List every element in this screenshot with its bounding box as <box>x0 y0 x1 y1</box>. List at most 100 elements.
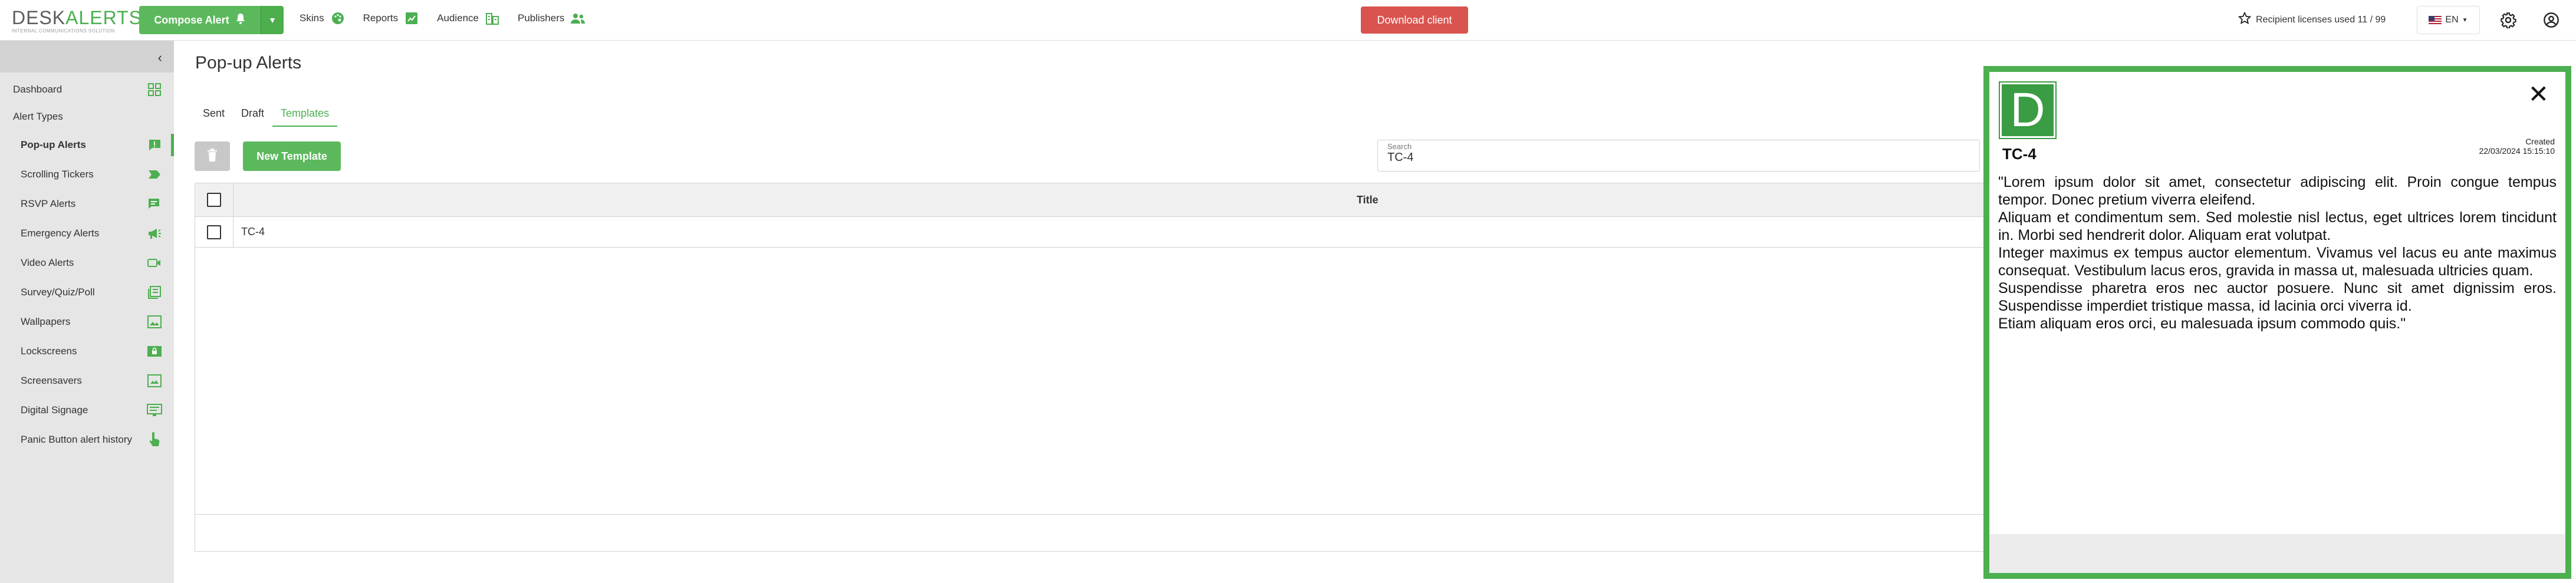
alert-preview-panel: D ✕ Created 22/03/2024 15:15:10 TC-4 "Lo… <box>1983 66 2571 579</box>
caret-down-icon: ▼ <box>2462 17 2468 24</box>
settings-gear-icon[interactable] <box>2499 11 2518 29</box>
top-nav: Skins Reports Audience Publishers <box>300 11 585 26</box>
nav-audience-label: Audience <box>437 12 479 24</box>
select-all-checkbox[interactable] <box>207 193 221 207</box>
nav-publishers-label: Publishers <box>518 12 565 24</box>
sidebar-item-label: Panic Button alert history <box>21 434 132 445</box>
recipient-licenses[interactable]: Recipient licenses used 11 / 99 <box>2238 11 2386 28</box>
preview-title: TC-4 <box>2002 145 2037 163</box>
top-bar: DESKALERTS INTERNAL COMMUNICATIONS SOLUT… <box>0 0 2576 41</box>
sidebar-item-digital-signage[interactable]: Digital Signage <box>0 396 174 425</box>
page-title: Pop-up Alerts <box>195 53 302 73</box>
deskalerts-logo[interactable]: DESKALERTS INTERNAL COMMUNICATIONS SOLUT… <box>12 8 142 34</box>
preview-footer <box>1989 534 2565 573</box>
tab-sent[interactable]: Sent <box>195 104 233 127</box>
created-info: Created 22/03/2024 15:15:10 <box>2479 137 2555 156</box>
preview-paragraph: Aliquam et condimentum sem. Sed molestie… <box>1998 209 2557 243</box>
deskalerts-d-logo: D <box>2000 83 2055 138</box>
signage-icon <box>147 403 162 418</box>
user-account-icon[interactable] <box>2542 11 2561 29</box>
sidebar-item-wallpapers[interactable]: Wallpapers <box>0 307 174 337</box>
sidebar-collapse-bar[interactable]: ‹ <box>0 41 174 73</box>
preview-paragraph: Suspendisse pharetra eros nec auctor pos… <box>1998 280 2557 314</box>
star-icon <box>2238 11 2252 28</box>
chart-icon <box>404 11 419 26</box>
licenses-text: Recipient licenses used 11 / 99 <box>2256 14 2386 25</box>
templates-table: Title TC-4 <box>195 183 1988 552</box>
dashboard-grid-icon <box>147 82 162 97</box>
language-label: EN <box>2445 15 2459 25</box>
preview-paragraph: Etiam aliquam eros orci, eu malesuada ip… <box>1998 315 2406 332</box>
delete-button[interactable] <box>195 141 230 171</box>
table-row[interactable]: TC-4 <box>195 217 1988 248</box>
tab-templates[interactable]: Templates <box>272 104 338 127</box>
compose-alert-button[interactable]: Compose Alert <box>139 6 261 34</box>
table-footer <box>195 514 1988 551</box>
nav-reports[interactable]: Reports <box>363 11 420 26</box>
search-value: TC-4 <box>1387 151 1414 164</box>
sidebar-item-label: Screensavers <box>21 375 82 386</box>
sidebar-item-rsvp-alerts[interactable]: RSVP Alerts <box>0 189 174 219</box>
sidebar-item-scrolling-tickers[interactable]: Scrolling Tickers <box>0 160 174 189</box>
video-icon <box>147 255 162 271</box>
preview-body: "Lorem ipsum dolor sit amet, consectetur… <box>1998 173 2557 332</box>
row-title[interactable]: TC-4 <box>241 226 265 238</box>
wallpaper-icon <box>147 314 162 330</box>
sidebar-item-video-alerts[interactable]: Video Alerts <box>0 248 174 278</box>
nav-audience[interactable]: Audience <box>437 11 500 26</box>
search-label: Search <box>1387 142 1412 151</box>
survey-icon <box>147 285 162 300</box>
sidebar-item-label: Dashboard <box>13 84 62 95</box>
table-header: Title <box>195 183 1988 217</box>
sidebar-item-label: RSVP Alerts <box>21 198 76 209</box>
screensaver-icon <box>147 373 162 388</box>
building-icon <box>485 11 500 26</box>
compose-dropdown-toggle[interactable]: ▼ <box>261 6 284 34</box>
chevron-left-icon[interactable]: ‹ <box>158 50 162 65</box>
sidebar-item-label: Survey/Quiz/Poll <box>21 286 95 298</box>
palette-icon <box>330 11 346 26</box>
logo-tagline: INTERNAL COMMUNICATIONS SOLUTION <box>12 28 115 34</box>
sidebar-item-screensavers[interactable]: Screensavers <box>0 366 174 396</box>
sidebar-item-label: Wallpapers <box>21 316 71 327</box>
lockscreen-icon <box>147 344 162 359</box>
nav-skins[interactable]: Skins <box>300 11 346 26</box>
hand-pointer-icon <box>147 432 162 447</box>
compose-alert-label: Compose Alert <box>154 14 229 26</box>
search-input[interactable]: Search TC-4 <box>1377 140 1980 172</box>
megaphone-icon <box>147 226 162 241</box>
new-template-button[interactable]: New Template <box>243 141 341 171</box>
row-checkbox[interactable] <box>207 225 221 239</box>
logo-text-alerts: ALERTS <box>65 7 143 28</box>
trash-icon <box>206 148 218 165</box>
sidebar-item-label: Digital Signage <box>21 404 88 416</box>
sidebar-item-lockscreens[interactable]: Lockscreens <box>0 337 174 366</box>
users-icon <box>570 11 585 26</box>
sidebar: ‹ Dashboard Alert Types Pop-up Alerts Sc… <box>0 41 174 583</box>
ticker-icon <box>147 167 162 182</box>
sidebar-item-survey-quiz-poll[interactable]: Survey/Quiz/Poll <box>0 278 174 307</box>
sidebar-item-panic-button-history[interactable]: Panic Button alert history <box>0 425 174 454</box>
column-header-title[interactable]: Title <box>1357 194 1379 206</box>
close-icon[interactable]: ✕ <box>2528 82 2549 107</box>
logo-text-desk: DESK <box>12 7 66 28</box>
sidebar-item-label: Pop-up Alerts <box>21 139 86 150</box>
popup-alert-icon <box>147 137 162 153</box>
sidebar-item-label: Video Alerts <box>21 257 74 268</box>
chat-icon <box>147 196 162 212</box>
nav-reports-label: Reports <box>363 12 399 24</box>
nav-publishers[interactable]: Publishers <box>518 11 585 26</box>
sidebar-item-popup-alerts[interactable]: Pop-up Alerts <box>0 130 174 160</box>
tab-draft[interactable]: Draft <box>233 104 272 127</box>
sidebar-item-label: Lockscreens <box>21 345 77 357</box>
us-flag-icon <box>2429 16 2442 24</box>
preview-paragraph: Integer maximus ex tempus auctor element… <box>1998 245 2557 279</box>
sidebar-item-emergency-alerts[interactable]: Emergency Alerts <box>0 219 174 248</box>
created-date: 22/03/2024 15:15:10 <box>2479 146 2555 156</box>
sidebar-item-label: Emergency Alerts <box>21 228 100 239</box>
alert-tabs: Sent Draft Templates <box>195 104 338 127</box>
sidebar-item-dashboard[interactable]: Dashboard <box>0 76 174 103</box>
preview-paragraph: "Lorem ipsum dolor sit amet, consectetur… <box>1998 174 2557 208</box>
language-selector[interactable]: EN ▼ <box>2417 6 2480 34</box>
download-client-button[interactable]: Download client <box>1361 6 1468 34</box>
